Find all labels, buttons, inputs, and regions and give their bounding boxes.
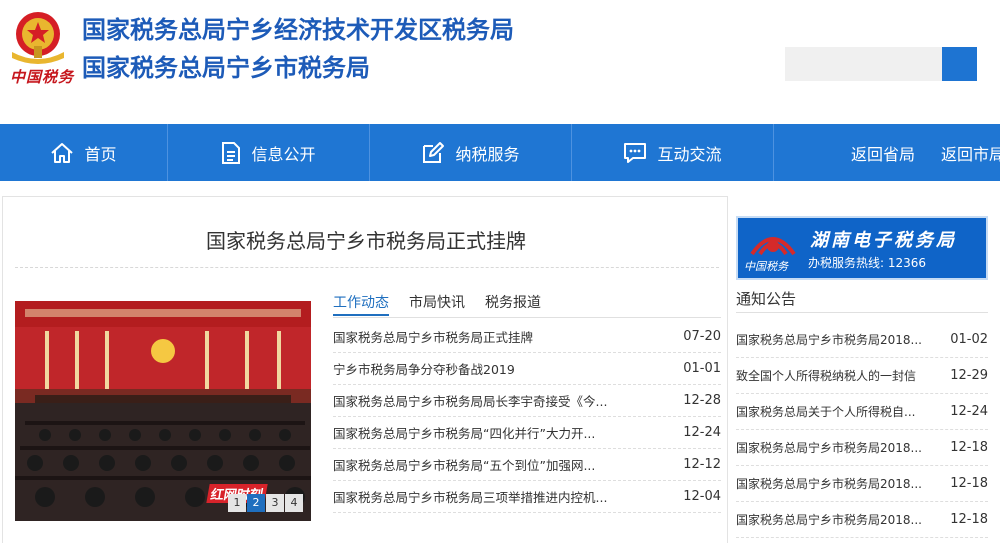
banner-hotline: 办税服务热线: 12366 — [808, 256, 927, 270]
tab-tax-reports[interactable]: 税务报道 — [485, 292, 541, 316]
site-title-line1[interactable]: 国家税务总局宁乡经济技术开发区税务局 — [82, 10, 514, 45]
tab-work-news[interactable]: 工作动态 — [333, 292, 389, 316]
divider — [15, 267, 719, 268]
news-date: 12-04 — [683, 489, 721, 504]
nav-item-service[interactable]: 纳税服务 — [370, 124, 572, 181]
tab-city-news[interactable]: 市局快讯 — [409, 292, 465, 316]
news-panel: 国家税务总局宁乡市税务局正式挂牌 1 2 3 4 工作动态 市局快讯 税务报道 … — [2, 196, 728, 543]
list-item[interactable]: 国家税务总局宁乡市税务局三项举措推进内控机... 12-04 — [333, 481, 721, 513]
notice-title[interactable]: 国家税务总局关于个人所得税自... — [736, 403, 932, 420]
list-item[interactable]: 致全国个人所得税纳税人的一封信 12-29 — [736, 358, 988, 394]
carousel-dot-2[interactable]: 2 — [247, 494, 265, 512]
news-list: 国家税务总局宁乡市税务局正式挂牌 07-20 宁乡市税务局争分夺秒备战2019 01… — [333, 321, 721, 513]
list-item[interactable]: 国家税务总局宁乡市税务局正式挂牌 07-20 — [333, 321, 721, 353]
list-item[interactable]: 宁乡市税务局争分夺秒备战2019 01-01 — [333, 353, 721, 385]
nav-label: 返回省局 — [850, 144, 915, 164]
notice-title[interactable]: 国家税务总局宁乡市税务局2018... — [736, 439, 932, 456]
tax-emblem-icon — [750, 237, 796, 256]
notice-date: 12-18 — [950, 512, 988, 527]
banner-script: 中国税务 — [744, 260, 788, 273]
news-date: 12-12 — [683, 457, 721, 472]
site-header: 中国税务 国家税务总局宁乡经济技术开发区税务局 国家税务总局宁乡市税务局 — [0, 0, 1000, 124]
notice-title[interactable]: 国家税务总局宁乡市税务局2018... — [736, 331, 932, 348]
news-date: 07-20 — [683, 329, 721, 344]
edit-icon — [423, 141, 445, 163]
content-area: 国家税务总局宁乡市税务局正式挂牌 1 2 3 4 工作动态 市局快讯 税务报道 … — [0, 196, 1000, 543]
news-title[interactable]: 国家税务总局宁乡市税务局正式挂牌 — [333, 327, 653, 346]
nav-item-back-province[interactable]: 返回省局 — [835, 124, 931, 181]
nav-item-back-city[interactable]: 返回市局 — [931, 124, 1000, 181]
list-item[interactable]: 国家税务总局宁乡市税务局局长李宇奇接受《今... 12-28 — [333, 385, 721, 417]
news-title[interactable]: 国家税务总局宁乡市税务局“四化并行”大力开... — [333, 423, 653, 442]
list-item[interactable]: 国家税务总局宁乡市税务局2018... 12-18 — [736, 502, 988, 538]
news-date: 01-01 — [683, 361, 721, 376]
news-title[interactable]: 国家税务总局宁乡市税务局“五个到位”加强网... — [333, 455, 653, 474]
notice-heading[interactable]: 通知公告 — [736, 288, 796, 309]
news-title[interactable]: 宁乡市税务局争分夺秒备战2019 — [333, 359, 653, 378]
carousel-dot-1[interactable]: 1 — [228, 494, 246, 512]
notice-date: 12-24 — [950, 404, 988, 419]
tax-emblem-icon — [12, 12, 64, 64]
carousel-dot-3[interactable]: 3 — [266, 494, 284, 512]
notice-date: 12-18 — [950, 476, 988, 491]
nav-label: 互动交流 — [657, 144, 722, 164]
news-date: 12-28 — [683, 393, 721, 408]
news-date: 12-24 — [683, 425, 721, 440]
nav-label: 返回市局 — [941, 144, 1000, 164]
carousel-dot-4[interactable]: 4 — [285, 494, 303, 512]
nav-item-home[interactable]: 首页 — [0, 124, 168, 181]
nav-item-interact[interactable]: 互动交流 — [572, 124, 774, 181]
list-item[interactable]: 国家税务总局宁乡市税务局“五个到位”加强网... 12-12 — [333, 449, 721, 481]
brand-script: 中国税务 — [10, 68, 75, 86]
nav-label: 信息公开 — [251, 144, 316, 164]
list-item[interactable]: 国家税务总局宁乡市税务局2018... 12-18 — [736, 466, 988, 502]
document-icon — [222, 141, 241, 164]
notice-divider — [736, 312, 988, 313]
banner-title: 湖南电子税务局 — [810, 230, 957, 251]
news-tabs: 工作动态 市局快讯 税务报道 — [333, 292, 561, 316]
search-input[interactable] — [785, 47, 942, 81]
tabs-divider — [333, 317, 721, 318]
notice-date: 12-18 — [950, 440, 988, 455]
list-item[interactable]: 国家税务总局宁乡市税务局“四化并行”大力开... 12-24 — [333, 417, 721, 449]
list-item[interactable]: 国家税务总局宁乡市税务局2018... 12-18 — [736, 430, 988, 466]
list-item[interactable]: 国家税务总局宁乡市税务局2018... 01-02 — [736, 322, 988, 358]
home-icon — [51, 142, 74, 163]
notice-list: 国家税务总局宁乡市税务局2018... 01-02 致全国个人所得税纳税人的一封信… — [736, 322, 988, 538]
notice-date: 12-29 — [950, 368, 988, 383]
notice-title[interactable]: 国家税务总局宁乡市税务局2018... — [736, 511, 932, 528]
list-item[interactable]: 国家税务总局关于个人所得税自... 12-24 — [736, 394, 988, 430]
main-nav: 首页 信息公开 纳税服务 互动交流 返回省局 返回市局 — [0, 124, 1000, 181]
notice-title[interactable]: 国家税务总局宁乡市税务局2018... — [736, 475, 932, 492]
e-tax-banner[interactable]: 中国税务 湖南电子税务局 办税服务热线: 12366 — [736, 216, 988, 280]
site-title-line2[interactable]: 国家税务总局宁乡市税务局 — [82, 48, 370, 83]
headline[interactable]: 国家税务总局宁乡市税务局正式挂牌 — [3, 225, 729, 254]
nav-label: 纳税服务 — [455, 144, 520, 164]
news-title[interactable]: 国家税务总局宁乡市税务局局长李宇奇接受《今... — [333, 391, 653, 410]
nav-label: 首页 — [84, 144, 117, 164]
news-title[interactable]: 国家税务总局宁乡市税务局三项举措推进内控机... — [333, 487, 653, 506]
search-button[interactable] — [942, 47, 977, 81]
nav-item-info[interactable]: 信息公开 — [168, 124, 370, 181]
carousel-pager: 1 2 3 4 — [227, 494, 303, 512]
notice-date: 01-02 — [950, 332, 988, 347]
chat-icon — [624, 142, 647, 163]
notice-title[interactable]: 致全国个人所得税纳税人的一封信 — [736, 367, 932, 384]
